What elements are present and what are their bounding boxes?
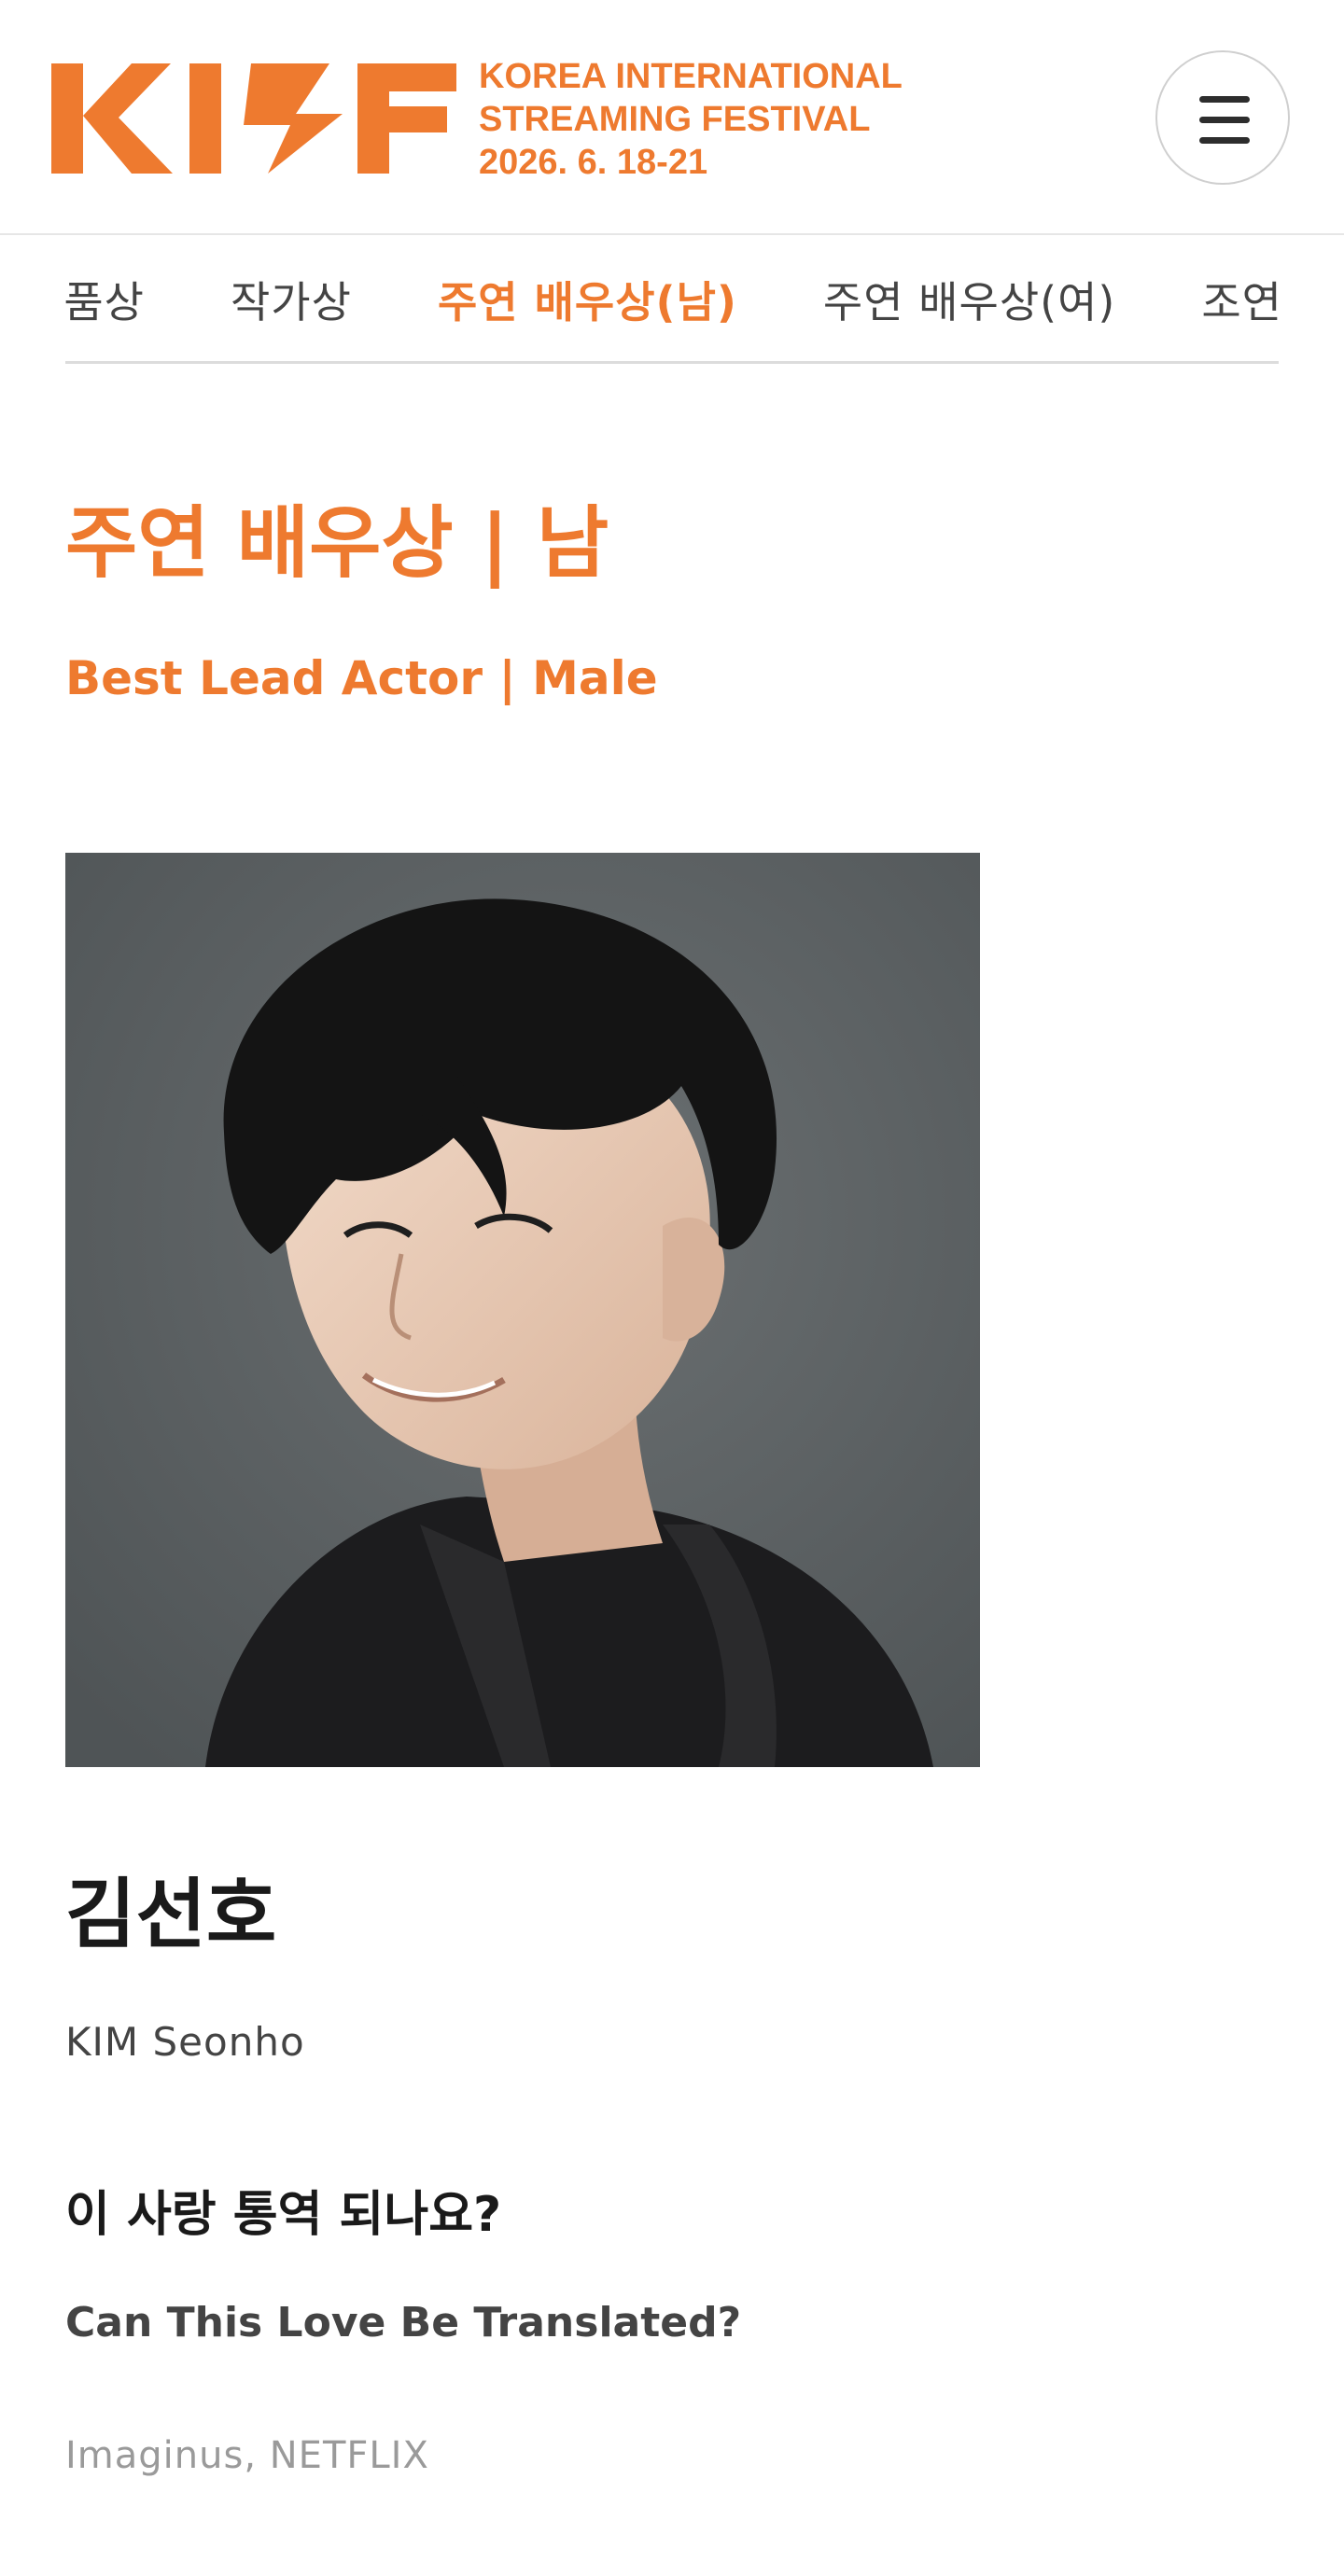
tab-best-supporting-actor[interactable]: 조연 배우상 [1201, 269, 1279, 330]
hamburger-menu-icon [1199, 96, 1250, 103]
portrait-illustration [65, 853, 980, 1767]
winner-name-english: KIM Seonho [65, 2019, 305, 2065]
kisf-logo-mark: KOREA INTERNATIONAL STREAMING FESTIVAL 2… [51, 58, 903, 181]
site-header: KOREA INTERNATIONAL STREAMING FESTIVAL 2… [0, 0, 1344, 235]
work-studio: Imaginus, NETFLIX [65, 2434, 429, 2477]
award-category-tabs: 작품상 작가상 주연 배우상(남) 주연 배우상(여) 조연 배우상 [65, 237, 1279, 364]
tab-best-lead-actor-male[interactable]: 주연 배우상(남) [438, 269, 737, 330]
tab-best-series[interactable]: 작품상 [65, 269, 145, 330]
winner-name: 김선호 [65, 1871, 277, 1959]
category-title: 주연 배우상 | 남 [65, 497, 609, 589]
work-title-english: Can This Love Be Translated? [65, 2299, 742, 2346]
work-title: 이 사랑 통역 되나요? [65, 2187, 502, 2243]
logo-line-2: STREAMING FESTIVAL [479, 100, 870, 139]
menu-button[interactable] [1155, 50, 1290, 185]
tab-strip[interactable]: 작품상 작가상 주연 배우상(남) 주연 배우상(여) 조연 배우상 [65, 237, 1279, 361]
logo-line-1: KOREA INTERNATIONAL [479, 58, 903, 96]
tab-best-lead-actor-female[interactable]: 주연 배우상(여) [823, 269, 1115, 330]
tab-best-writer[interactable]: 작가상 [231, 269, 352, 330]
hamburger-menu-icon-bar [1199, 137, 1250, 144]
hamburger-menu-icon-bar [1199, 117, 1250, 123]
winner-portrait [65, 853, 980, 1767]
festival-logo[interactable]: KOREA INTERNATIONAL STREAMING FESTIVAL 2… [51, 58, 994, 181]
logo-dates: 2026. 6. 18-21 [479, 143, 707, 181]
category-subtitle: Best Lead Actor | Male [65, 651, 658, 705]
